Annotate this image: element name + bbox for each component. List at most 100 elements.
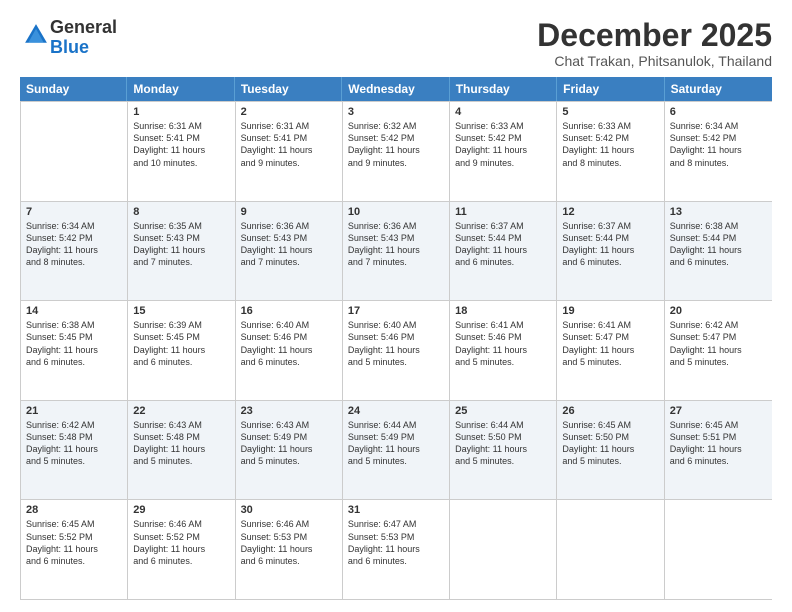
day-number: 4	[455, 106, 551, 118]
calendar-cell: 15 Sunrise: 6:39 AMSunset: 5:45 PMDayligh…	[128, 301, 235, 400]
calendar-cell: 8 Sunrise: 6:35 AMSunset: 5:43 PMDaylight…	[128, 202, 235, 301]
day-number: 17	[348, 305, 444, 317]
cell-info: Sunrise: 6:42 AMSunset: 5:48 PMDaylight:…	[26, 419, 122, 468]
day-number: 28	[26, 504, 122, 516]
cell-info: Sunrise: 6:40 AMSunset: 5:46 PMDaylight:…	[241, 319, 337, 368]
cell-info: Sunrise: 6:39 AMSunset: 5:45 PMDaylight:…	[133, 319, 229, 368]
day-number: 10	[348, 206, 444, 218]
calendar-cell: 13Sunrise: 6:38 AMSunset: 5:44 PMDayligh…	[665, 202, 772, 301]
day-number: 8	[133, 206, 229, 218]
day-number: 23	[241, 405, 337, 417]
calendar-row: 14 Sunrise: 6:38 AMSunset: 5:45 PMDayligh…	[21, 300, 772, 400]
calendar-cell: 27 Sunrise: 6:45 AMSunset: 5:51 PMDayligh…	[665, 401, 772, 500]
month-title: December 2025	[537, 18, 772, 53]
calendar-cell: 1 Sunrise: 6:31 AMSunset: 5:41 PMDaylight…	[128, 102, 235, 201]
calendar-cell: 11Sunrise: 6:37 AMSunset: 5:44 PMDayligh…	[450, 202, 557, 301]
calendar-cell: 28 Sunrise: 6:45 AMSunset: 5:52 PMDayligh…	[21, 500, 128, 599]
day-number: 5	[562, 106, 658, 118]
cell-info: Sunrise: 6:31 AMSunset: 5:41 PMDaylight:…	[133, 120, 229, 169]
calendar-cell	[557, 500, 664, 599]
day-number: 1	[133, 106, 229, 118]
calendar-cell: 4 Sunrise: 6:33 AMSunset: 5:42 PMDaylight…	[450, 102, 557, 201]
calendar-cell: 7 Sunrise: 6:34 AMSunset: 5:42 PMDaylight…	[21, 202, 128, 301]
day-number: 27	[670, 405, 767, 417]
cell-info: Sunrise: 6:40 AMSunset: 5:46 PMDaylight:…	[348, 319, 444, 368]
cell-info: Sunrise: 6:33 AMSunset: 5:42 PMDaylight:…	[562, 120, 658, 169]
day-number: 2	[241, 106, 337, 118]
cell-info: Sunrise: 6:47 AMSunset: 5:53 PMDaylight:…	[348, 518, 444, 567]
header-tuesday: Tuesday	[235, 77, 342, 101]
cell-info: Sunrise: 6:34 AMSunset: 5:42 PMDaylight:…	[26, 220, 122, 269]
calendar-cell: 23 Sunrise: 6:43 AMSunset: 5:49 PMDayligh…	[236, 401, 343, 500]
cell-info: Sunrise: 6:45 AMSunset: 5:50 PMDaylight:…	[562, 419, 658, 468]
calendar-cell: 24Sunrise: 6:44 AMSunset: 5:49 PMDayligh…	[343, 401, 450, 500]
day-number: 9	[241, 206, 337, 218]
logo-general-text: General	[50, 17, 117, 37]
day-number: 20	[670, 305, 767, 317]
calendar-cell: 5 Sunrise: 6:33 AMSunset: 5:42 PMDaylight…	[557, 102, 664, 201]
cell-info: Sunrise: 6:31 AMSunset: 5:41 PMDaylight:…	[241, 120, 337, 169]
cell-info: Sunrise: 6:38 AMSunset: 5:45 PMDaylight:…	[26, 319, 122, 368]
day-number: 24	[348, 405, 444, 417]
calendar-cell	[665, 500, 772, 599]
calendar-cell: 31Sunrise: 6:47 AMSunset: 5:53 PMDayligh…	[343, 500, 450, 599]
calendar-cell: 6 Sunrise: 6:34 AMSunset: 5:42 PMDaylight…	[665, 102, 772, 201]
calendar: Sunday Monday Tuesday Wednesday Thursday…	[20, 77, 772, 600]
cell-info: Sunrise: 6:45 AMSunset: 5:51 PMDaylight:…	[670, 419, 767, 468]
calendar-cell: 3Sunrise: 6:32 AMSunset: 5:42 PMDaylight…	[343, 102, 450, 201]
calendar-cell: 26Sunrise: 6:45 AMSunset: 5:50 PMDayligh…	[557, 401, 664, 500]
cell-info: Sunrise: 6:34 AMSunset: 5:42 PMDaylight:…	[670, 120, 767, 169]
calendar-row: 21 Sunrise: 6:42 AMSunset: 5:48 PMDayligh…	[21, 400, 772, 500]
logo-blue-text: Blue	[50, 37, 89, 57]
calendar-row: 28 Sunrise: 6:45 AMSunset: 5:52 PMDayligh…	[21, 499, 772, 599]
location: Chat Trakan, Phitsanulok, Thailand	[537, 53, 772, 69]
header-thursday: Thursday	[450, 77, 557, 101]
cell-info: Sunrise: 6:43 AMSunset: 5:48 PMDaylight:…	[133, 419, 229, 468]
calendar-cell: 25 Sunrise: 6:44 AMSunset: 5:50 PMDayligh…	[450, 401, 557, 500]
day-number: 13	[670, 206, 767, 218]
day-number: 6	[670, 106, 767, 118]
cell-info: Sunrise: 6:36 AMSunset: 5:43 PMDaylight:…	[241, 220, 337, 269]
calendar-cell: 20 Sunrise: 6:42 AMSunset: 5:47 PMDayligh…	[665, 301, 772, 400]
calendar-cell: 2 Sunrise: 6:31 AMSunset: 5:41 PMDaylight…	[236, 102, 343, 201]
cell-info: Sunrise: 6:42 AMSunset: 5:47 PMDaylight:…	[670, 319, 767, 368]
cell-info: Sunrise: 6:41 AMSunset: 5:47 PMDaylight:…	[562, 319, 658, 368]
cell-info: Sunrise: 6:41 AMSunset: 5:46 PMDaylight:…	[455, 319, 551, 368]
day-number: 14	[26, 305, 122, 317]
header-monday: Monday	[127, 77, 234, 101]
page: General Blue December 2025 Chat Trakan, …	[0, 0, 792, 612]
calendar-cell	[21, 102, 128, 201]
calendar-cell: 29Sunrise: 6:46 AMSunset: 5:52 PMDayligh…	[128, 500, 235, 599]
calendar-cell: 12Sunrise: 6:37 AMSunset: 5:44 PMDayligh…	[557, 202, 664, 301]
cell-info: Sunrise: 6:43 AMSunset: 5:49 PMDaylight:…	[241, 419, 337, 468]
cell-info: Sunrise: 6:36 AMSunset: 5:43 PMDaylight:…	[348, 220, 444, 269]
logo: General Blue	[20, 18, 117, 58]
day-number: 21	[26, 405, 122, 417]
day-number: 25	[455, 405, 551, 417]
calendar-cell: 17 Sunrise: 6:40 AMSunset: 5:46 PMDayligh…	[343, 301, 450, 400]
day-number: 29	[133, 504, 229, 516]
calendar-cell: 16 Sunrise: 6:40 AMSunset: 5:46 PMDayligh…	[236, 301, 343, 400]
day-number: 16	[241, 305, 337, 317]
calendar-cell: 18Sunrise: 6:41 AMSunset: 5:46 PMDayligh…	[450, 301, 557, 400]
day-number: 19	[562, 305, 658, 317]
day-number: 15	[133, 305, 229, 317]
cell-info: Sunrise: 6:44 AMSunset: 5:50 PMDaylight:…	[455, 419, 551, 468]
calendar-row: 1 Sunrise: 6:31 AMSunset: 5:41 PMDaylight…	[21, 101, 772, 201]
cell-info: Sunrise: 6:33 AMSunset: 5:42 PMDaylight:…	[455, 120, 551, 169]
header-saturday: Saturday	[665, 77, 772, 101]
logo-icon	[22, 21, 50, 49]
cell-info: Sunrise: 6:46 AMSunset: 5:53 PMDaylight:…	[241, 518, 337, 567]
calendar-cell: 10 Sunrise: 6:36 AMSunset: 5:43 PMDayligh…	[343, 202, 450, 301]
cell-info: Sunrise: 6:35 AMSunset: 5:43 PMDaylight:…	[133, 220, 229, 269]
calendar-header: Sunday Monday Tuesday Wednesday Thursday…	[20, 77, 772, 101]
calendar-cell: 9 Sunrise: 6:36 AMSunset: 5:43 PMDaylight…	[236, 202, 343, 301]
header-friday: Friday	[557, 77, 664, 101]
calendar-cell: 22Sunrise: 6:43 AMSunset: 5:48 PMDayligh…	[128, 401, 235, 500]
day-number: 3	[348, 106, 444, 118]
cell-info: Sunrise: 6:45 AMSunset: 5:52 PMDaylight:…	[26, 518, 122, 567]
calendar-cell: 30Sunrise: 6:46 AMSunset: 5:53 PMDayligh…	[236, 500, 343, 599]
day-number: 12	[562, 206, 658, 218]
header: General Blue December 2025 Chat Trakan, …	[20, 18, 772, 69]
day-number: 7	[26, 206, 122, 218]
